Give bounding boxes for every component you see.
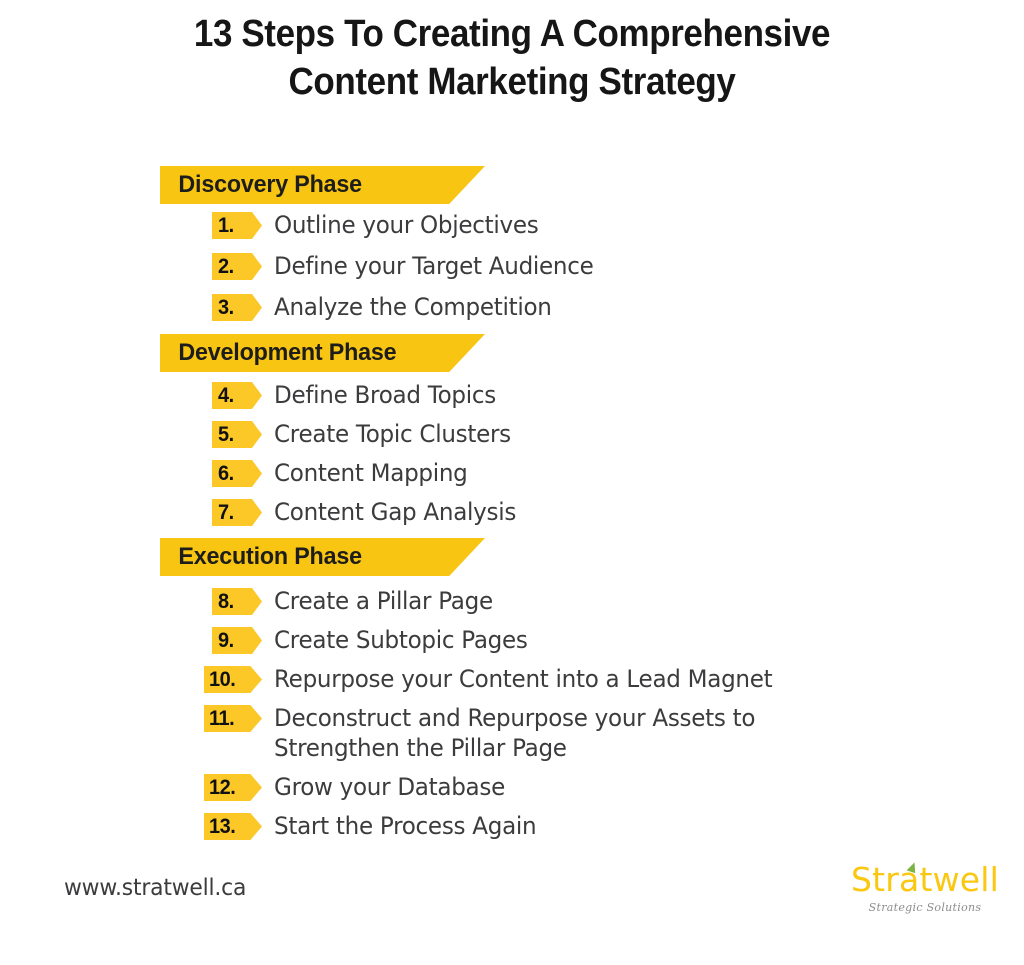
step-row: 11. Deconstruct and Repurpose your Asset… [160,703,1024,763]
phase-banner-execution: Execution Phase [160,538,485,576]
website-url[interactable]: www.stratwell.ca [64,875,246,901]
step-row: 8. Create a Pillar Page [160,586,1024,616]
step-label: Create a Pillar Page [274,587,493,615]
step-number-badge: 3. [212,294,262,321]
step-number: 7. [218,501,234,524]
phase-banner-discovery: Discovery Phase [160,166,485,204]
step-number-badge: 4. [212,382,262,409]
step-row: 4. Define Broad Topics [160,380,1024,410]
page-title-line-1: 13 Steps To Creating A Comprehensive [193,13,831,55]
step-label: Start the Process Again [274,812,537,840]
step-row: 1. Outline your Objectives [160,210,1024,240]
phase-section-development: Development Phase 4. Define Broad Topics… [160,334,1024,527]
step-label: Analyze the Competition [274,293,552,321]
logo-wordmark: Stratwell [851,861,999,899]
phase-banner-label: Execution Phase [178,543,362,570]
step-number-badge: 5. [212,421,262,448]
step-number: 12. [209,776,236,799]
logo-tagline: Strategic Solutions [868,901,982,914]
step-row: 2. Define your Target Audience [160,251,1024,281]
step-number-badge: 9. [212,627,262,654]
step-number: 2. [218,255,234,278]
step-label: Create Subtopic Pages [274,626,528,654]
logo-wordmark-text: Stratwell [850,860,1000,899]
step-label: Content Mapping [274,459,468,487]
step-number-badge: 13. [204,813,262,840]
step-number-badge: 10. [204,666,262,693]
step-number: 3. [218,296,234,319]
step-number: 1. [218,214,234,237]
step-row: 5. Create Topic Clusters [160,419,1024,449]
step-number: 9. [218,629,234,652]
step-label: Outline your Objectives [274,211,539,239]
step-label: Grow your Database [274,773,505,801]
step-label: Create Topic Clusters [274,420,511,448]
step-row: 10. Repurpose your Content into a Lead M… [160,664,1024,694]
phase-banner-label: Development Phase [178,339,397,366]
step-number-badge: 7. [212,499,262,526]
stratwell-logo: Stratwell Strategic Solutions [840,861,1010,916]
phases-list: Discovery Phase 1. Outline your Objectiv… [0,166,1024,841]
page-title-line-2: Content Marketing Strategy [288,61,736,103]
steps-execution: 8. Create a Pillar Page 9. Create Subtop… [160,586,1024,841]
step-row: 6. Content Mapping [160,458,1024,488]
steps-development: 4. Define Broad Topics 5. Create Topic C… [160,380,1024,527]
step-row: 7. Content Gap Analysis [160,497,1024,527]
step-row: 9. Create Subtopic Pages [160,625,1024,655]
step-number-badge: 2. [212,253,262,280]
step-label: Repurpose your Content into a Lead Magne… [274,665,773,693]
phase-section-discovery: Discovery Phase 1. Outline your Objectiv… [160,166,1024,322]
step-label: Content Gap Analysis [274,498,517,526]
steps-discovery: 1. Outline your Objectives 2. Define you… [160,210,1024,322]
step-row: 3. Analyze the Competition [160,292,1024,322]
footer: www.stratwell.ca Stratwell Strategic Sol… [0,855,1024,965]
step-number: 11. [209,707,235,730]
page-title: 13 Steps To Creating A Comprehensive Con… [0,0,1024,106]
phase-banner-development: Development Phase [160,334,485,372]
step-number-badge: 6. [212,460,262,487]
step-label: Deconstruct and Repurpose your Assets to… [274,704,756,762]
step-number-badge: 11. [204,705,262,732]
phase-section-execution: Execution Phase 8. Create a Pillar Page … [160,538,1024,841]
step-number-badge: 8. [212,588,262,615]
step-number: 8. [218,590,234,613]
step-number: 6. [218,462,234,485]
step-number-badge: 12. [204,774,262,801]
step-number: 13. [209,815,236,838]
step-number: 4. [218,384,234,407]
phase-banner-label: Discovery Phase [178,171,362,198]
step-number: 5. [218,423,234,446]
step-row: 13. Start the Process Again [160,811,1024,841]
step-row: 12. Grow your Database [160,772,1024,802]
step-label: Define Broad Topics [274,381,496,409]
step-number: 10. [209,668,236,691]
step-label: Define your Target Audience [274,252,594,280]
step-number-badge: 1. [212,212,262,239]
